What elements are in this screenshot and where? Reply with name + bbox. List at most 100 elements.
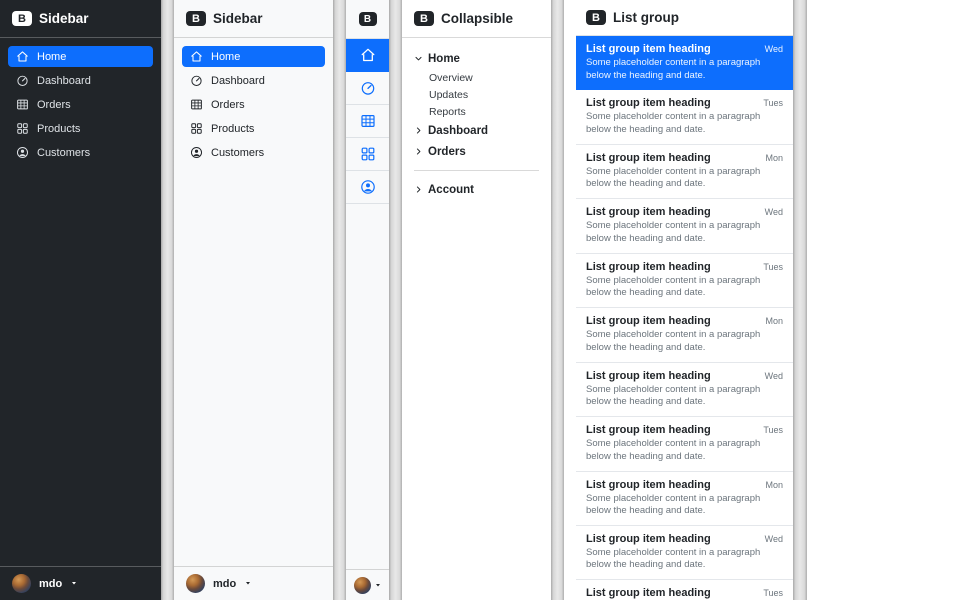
list-group-item[interactable]: List group item headingMonSome placehold… bbox=[576, 145, 793, 199]
item-top-row: List group item headingMon bbox=[586, 315, 783, 327]
item-body: Some placeholder content in a paragraph … bbox=[586, 166, 768, 191]
list-group-panel: B List group List group item heading Wed S… bbox=[576, 0, 793, 600]
sidebar-item-home[interactable]: Home bbox=[182, 46, 325, 67]
subnav-item-reports[interactable]: Reports bbox=[429, 103, 539, 120]
nav-dark: Home Dashboard Orders Products Customers bbox=[0, 38, 161, 171]
table-icon bbox=[16, 98, 29, 111]
avatar bbox=[186, 574, 205, 593]
brand-link[interactable]: B Sidebar bbox=[174, 0, 333, 37]
list-group-item[interactable]: List group item headingTuesSome placehol… bbox=[576, 90, 793, 144]
collapsible-group-orders[interactable]: Orders bbox=[414, 141, 539, 162]
avatar bbox=[12, 574, 31, 593]
sidebar-item-label: Products bbox=[37, 123, 80, 135]
item-heading: List group item heading bbox=[586, 206, 711, 218]
list-group-item[interactable]: List group item headingTues Some placehol… bbox=[576, 254, 793, 308]
spacer bbox=[346, 204, 389, 569]
brand-link[interactable]: B Sidebar bbox=[0, 0, 161, 37]
sidebar-title: Collapsible bbox=[441, 11, 513, 26]
list-group-item[interactable]: List group item headingTuesSome placehol… bbox=[576, 580, 793, 600]
rail-item-person-circle[interactable] bbox=[346, 171, 389, 204]
caret-down-icon bbox=[70, 578, 78, 590]
example-divider bbox=[551, 0, 564, 600]
example-divider bbox=[389, 0, 402, 600]
sidebar-item-products[interactable]: Products bbox=[8, 118, 153, 139]
list-group-item[interactable]: List group item heading Wed Some placehold… bbox=[576, 36, 793, 90]
list-group-item[interactable]: List group item headingWedSome placehold… bbox=[576, 363, 793, 417]
list-group-item[interactable]: List group item headingMonSome placehold… bbox=[576, 472, 793, 526]
grid-icon bbox=[16, 122, 29, 135]
sidebar-item-label: Customers bbox=[211, 147, 264, 159]
item-day: Mon bbox=[765, 480, 783, 490]
sidebar-item-customers[interactable]: Customers bbox=[182, 142, 325, 163]
list-group-item[interactable]: List group item headingWedSome placehold… bbox=[576, 526, 793, 580]
collapsible-group-dashboard[interactable]: Dashboard bbox=[414, 120, 539, 141]
item-top-row: List group item headingTues bbox=[586, 261, 783, 273]
sidebar-item-orders[interactable]: Orders bbox=[8, 94, 153, 115]
item-day: Tues bbox=[763, 425, 783, 435]
subnav-item-updates[interactable]: Updates bbox=[429, 86, 539, 103]
sidebar-item-customers[interactable]: Customers bbox=[8, 142, 153, 163]
subnav-item-overview[interactable]: Overview bbox=[429, 69, 539, 86]
item-heading: List group item heading bbox=[586, 533, 711, 545]
person-circle-icon bbox=[16, 146, 29, 159]
group-label: Home bbox=[428, 53, 460, 65]
item-body: Some placeholder content in a paragraph … bbox=[586, 57, 768, 82]
sidebar-item-dashboard[interactable]: Dashboard bbox=[8, 70, 153, 91]
sidebar-dark: B Sidebar Home Dashboard Orders Products Cus… bbox=[0, 0, 161, 600]
sidebar-collapsible: B Collapsible Home OverviewUpdatesReports… bbox=[402, 0, 551, 600]
group-label: Dashboard bbox=[428, 125, 488, 137]
user-menu[interactable]: mdo bbox=[0, 567, 161, 600]
brand-link[interactable]: B List group bbox=[576, 0, 793, 36]
house-icon bbox=[360, 47, 376, 63]
bootstrap-logo-icon: B bbox=[359, 12, 377, 26]
item-body: Some placeholder content in a paragraph … bbox=[586, 220, 768, 245]
person-circle-icon bbox=[190, 146, 203, 159]
nav-light: Home Dashboard Orders Products Customers bbox=[174, 38, 333, 171]
house-icon bbox=[190, 50, 203, 63]
chevron-right-icon bbox=[414, 185, 423, 194]
list-group-item[interactable]: List group item headingWedSome placehold… bbox=[576, 199, 793, 253]
divider bbox=[414, 170, 539, 171]
sidebar-item-dashboard[interactable]: Dashboard bbox=[182, 70, 325, 91]
sidebar-item-orders[interactable]: Orders bbox=[182, 94, 325, 115]
rail-item-speedometer[interactable] bbox=[346, 72, 389, 105]
brand-link[interactable]: B bbox=[346, 0, 389, 38]
list-group-item[interactable]: List group item headingTuesSome placehol… bbox=[576, 417, 793, 471]
spacer bbox=[0, 171, 161, 566]
table-icon bbox=[190, 98, 203, 111]
table-icon bbox=[360, 113, 376, 129]
collapsible-group-home[interactable]: Home bbox=[414, 48, 539, 69]
item-top-row: List group item heading Wed bbox=[586, 533, 783, 545]
sidebar-item-label: Orders bbox=[211, 99, 245, 111]
sidebar-light: B Sidebar Home Dashboard Orders Products Cus… bbox=[174, 0, 333, 600]
sidebar-item-products[interactable]: Products bbox=[182, 118, 325, 139]
gap bbox=[564, 0, 576, 600]
rail-item-house[interactable] bbox=[346, 39, 389, 72]
example-divider bbox=[333, 0, 346, 600]
collapsible-group-account[interactable]: Account bbox=[414, 179, 539, 200]
item-day: Wed bbox=[765, 534, 783, 544]
rail-item-grid[interactable] bbox=[346, 138, 389, 171]
item-heading: List group item heading bbox=[586, 43, 711, 55]
user-menu[interactable] bbox=[346, 570, 389, 600]
sidebar-icons-rail: B bbox=[346, 0, 389, 600]
item-heading: List group item heading bbox=[586, 97, 711, 109]
item-heading: List group item heading bbox=[586, 261, 711, 273]
user-menu[interactable]: mdo bbox=[174, 567, 333, 600]
item-body: Some placeholder content in a paragraph … bbox=[586, 275, 768, 300]
list-group-item[interactable]: List group item headingMonSome placehold… bbox=[576, 308, 793, 362]
rail-item-table[interactable] bbox=[346, 105, 389, 138]
item-heading: List group item heading bbox=[586, 152, 711, 164]
example-divider bbox=[793, 0, 807, 600]
item-day: Wed bbox=[765, 44, 783, 54]
user-name: mdo bbox=[39, 578, 62, 590]
list-group-title: List group bbox=[613, 10, 679, 25]
sidebar-item-home[interactable]: Home bbox=[8, 46, 153, 67]
sidebars-examples-page: B Sidebar Home Dashboard Orders Products Cus… bbox=[0, 0, 960, 600]
brand-link[interactable]: B Collapsible bbox=[402, 0, 551, 37]
page-background bbox=[807, 0, 960, 600]
bootstrap-logo-icon: B bbox=[414, 11, 434, 26]
person-circle-icon bbox=[360, 179, 376, 195]
sidebar-item-label: Orders bbox=[37, 99, 71, 111]
item-top-row: List group item headingWed bbox=[586, 370, 783, 382]
